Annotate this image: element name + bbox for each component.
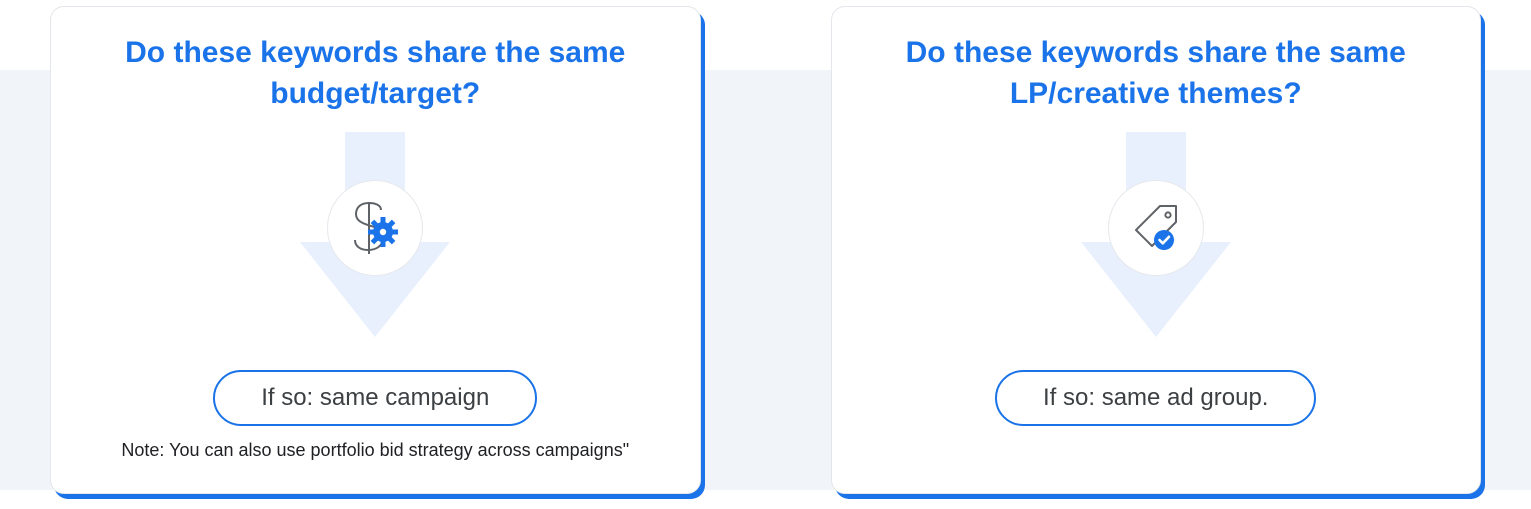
dollar-gear-icon — [343, 196, 407, 260]
icon-disc — [327, 180, 423, 276]
card-creative: Do these keywords share the same LP/crea… — [831, 6, 1482, 494]
card-note: Note: You can also use portfolio bid str… — [121, 440, 629, 461]
arrow-graphic — [290, 132, 460, 342]
card-title: Do these keywords share the same LP/crea… — [896, 33, 1416, 114]
arrow-graphic — [1071, 132, 1241, 342]
card-title: Do these keywords share the same budget/… — [115, 33, 635, 114]
tag-check-icon — [1124, 196, 1188, 260]
icon-disc — [1108, 180, 1204, 276]
card-budget: Do these keywords share the same budget/… — [50, 6, 701, 494]
result-pill: If so: same campaign — [213, 370, 537, 426]
result-pill: If so: same ad group. — [995, 370, 1316, 426]
card-row: Do these keywords share the same budget/… — [0, 0, 1531, 494]
